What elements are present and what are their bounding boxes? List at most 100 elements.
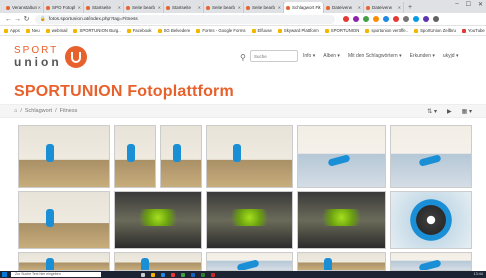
tab-close-icon[interactable]: ✕ — [78, 5, 81, 10]
tab-favicon-icon — [86, 5, 90, 10]
photo-thumbnail[interactable] — [206, 191, 293, 249]
photo-thumbnail[interactable] — [390, 252, 472, 271]
photo-thumbnail[interactable] — [390, 125, 472, 188]
photo-thumbnail[interactable] — [18, 125, 110, 188]
tab-favicon-icon — [126, 5, 130, 10]
menu-user[interactable]: ukyjd ▾ — [443, 53, 459, 59]
browser-tab[interactable]: Dateiverw ✕ — [364, 2, 404, 13]
photo-thumbnail[interactable] — [390, 191, 472, 249]
taskbar-apps — [141, 272, 215, 277]
taskbar-search-input[interactable]: Zur Suche Text hier eingeben — [11, 272, 101, 277]
menu-tags[interactable]: Mit den Schlagwörtern ▾ — [348, 53, 402, 59]
chrome-icon[interactable] — [171, 272, 175, 277]
bookmark-item[interactable]: Forms - Google Forms — [196, 28, 246, 33]
window-controls: – ☐ ✕ — [455, 1, 483, 8]
browser-tab[interactable]: Seite bearb ✕ — [204, 2, 244, 13]
photo-thumbnail[interactable] — [297, 191, 386, 249]
menu-dots-icon[interactable] — [433, 16, 439, 22]
url-field[interactable]: 🔒 fotos.sportunion.at/index.php?tag=Fitne… — [35, 14, 335, 24]
extension-icon[interactable] — [383, 16, 389, 22]
tab-close-icon[interactable]: ✕ — [318, 5, 321, 10]
sportunion-logo[interactable]: SPORT union — [14, 44, 87, 70]
slideshow-icon[interactable]: ▶ — [447, 108, 452, 115]
breadcrumb-tag[interactable]: Schlagwort — [25, 108, 52, 114]
browser-tab[interactable]: Veranstaltun ✕ — [4, 2, 44, 13]
bookmark-item[interactable]: SPORTUNION Burg.. — [73, 28, 121, 33]
close-window-icon[interactable]: ✕ — [478, 1, 483, 8]
tab-close-icon[interactable]: ✕ — [38, 5, 41, 10]
tab-close-icon[interactable]: ✕ — [238, 5, 241, 10]
browser-tab[interactable]: Startseite ✕ — [164, 2, 204, 13]
photo-thumbnail[interactable] — [18, 191, 110, 249]
photo-thumbnail[interactable] — [114, 252, 202, 271]
bookmark-icon — [157, 28, 162, 33]
extension-icon[interactable] — [363, 16, 369, 22]
photo-thumbnail[interactable] — [114, 125, 156, 188]
back-icon[interactable]: ← — [4, 16, 13, 23]
mail-icon[interactable] — [161, 272, 165, 277]
browser-tab[interactable]: Startseite ✕ — [84, 2, 124, 13]
photo-thumbnail[interactable] — [297, 252, 386, 271]
tab-close-icon[interactable]: ✕ — [198, 5, 201, 10]
extension-icon[interactable] — [393, 16, 399, 22]
tab-close-icon[interactable]: ✕ — [358, 5, 361, 10]
photo-thumbnail[interactable] — [160, 125, 202, 188]
forward-icon[interactable]: → — [13, 16, 22, 23]
extension-icon[interactable] — [403, 16, 409, 22]
bookmark-icon — [45, 28, 50, 33]
bookmark-item[interactable]: webmail — [45, 28, 67, 33]
maximize-icon[interactable]: ☐ — [466, 1, 471, 8]
browser-tab[interactable]: SPO Fotopl ✕ — [44, 2, 84, 13]
tab-close-icon[interactable]: ✕ — [398, 5, 401, 10]
sort-icon[interactable]: ⇅ ▾ — [427, 108, 437, 115]
browser-tab[interactable]: Dateiverw ✕ — [324, 2, 364, 13]
new-tab-button[interactable]: + — [408, 2, 412, 13]
page-title: SPORTUNION Fotoplattform — [14, 83, 234, 100]
bookmark-item[interactable]: Neu — [25, 28, 40, 33]
bookmark-item[interactable]: sportunion veröffe.. — [365, 28, 408, 33]
reload-icon[interactable]: ↻ — [22, 15, 31, 23]
app-icon[interactable] — [181, 272, 185, 277]
photo-thumbnail[interactable] — [206, 125, 293, 188]
bookmark-item[interactable]: Elfuuse — [251, 28, 272, 33]
photo-thumbnail[interactable] — [206, 252, 293, 271]
minimize-icon[interactable]: – — [455, 1, 458, 8]
profile-avatar-icon[interactable] — [423, 16, 429, 22]
task-view-icon[interactable] — [141, 272, 145, 277]
tab-close-icon[interactable]: ✕ — [158, 5, 161, 10]
extension-icon[interactable] — [373, 16, 379, 22]
excel-icon[interactable] — [201, 272, 205, 277]
file-explorer-icon[interactable] — [151, 272, 155, 277]
photo-thumbnail[interactable] — [114, 191, 202, 249]
site-menu: Info ▾ Alben ▾ Mit den Schlagwörtern ▾ E… — [303, 53, 458, 59]
extension-icon[interactable] — [353, 16, 359, 22]
photo-thumbnail[interactable] — [18, 252, 110, 271]
bookmark-item[interactable]: SPORTUNION — [324, 28, 359, 33]
photo-thumbnail[interactable] — [297, 125, 386, 188]
bookmark-item[interactable]: SportUnion Zellbru — [414, 28, 456, 33]
windows-start-icon[interactable] — [2, 272, 7, 277]
tab-close-icon[interactable]: ✕ — [278, 5, 281, 10]
menu-info[interactable]: Info ▾ — [303, 53, 315, 59]
word-icon[interactable] — [191, 272, 195, 277]
menu-albums[interactable]: Alben ▾ — [323, 53, 340, 59]
browser-tab[interactable]: Seite bearb ✕ — [244, 2, 284, 13]
home-icon[interactable]: ⌂ — [14, 108, 17, 114]
bookmark-item[interactable]: Apps — [4, 28, 20, 33]
search-input[interactable] — [250, 50, 298, 62]
browser-tab-active[interactable]: Schlagwort Fit ✕ — [284, 2, 324, 13]
bookmark-item[interactable]: YouTube — [461, 28, 485, 33]
extension-icon[interactable] — [343, 16, 349, 22]
tab-close-icon[interactable]: ✕ — [118, 5, 121, 10]
bookmark-item[interactable]: Skyward Plattform — [277, 28, 319, 33]
layout-icon[interactable]: ▦ ▾ — [462, 108, 472, 115]
extension-icon[interactable] — [413, 16, 419, 22]
lock-icon: 🔒 — [40, 16, 46, 21]
bookmark-icon — [414, 28, 419, 33]
browser-tab[interactable]: Seite bearb ✕ — [124, 2, 164, 13]
search-icon[interactable]: ⚲ — [240, 53, 246, 62]
powerpoint-icon[interactable] — [211, 272, 215, 277]
bookmark-item[interactable]: Facebook — [126, 28, 152, 33]
bookmark-item[interactable]: SG Belvedere — [157, 28, 190, 33]
menu-explore[interactable]: Erkunden ▾ — [410, 53, 435, 59]
